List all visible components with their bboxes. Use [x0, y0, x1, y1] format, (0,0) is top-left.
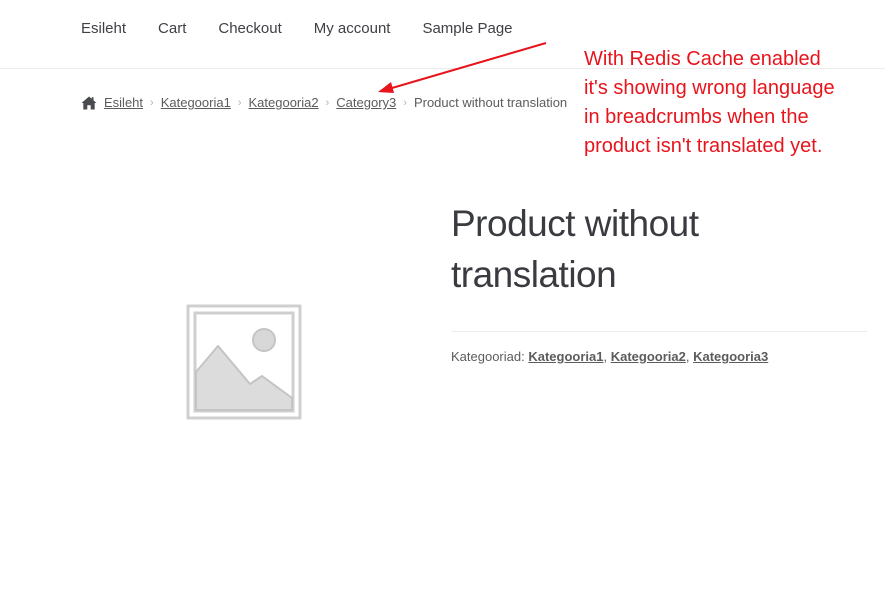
nav-item-cart[interactable]: Cart: [158, 20, 186, 37]
nav-item-my-account[interactable]: My account: [314, 20, 391, 37]
image-placeholder-icon[interactable]: [184, 302, 304, 422]
breadcrumb-separator: ›: [150, 96, 154, 109]
nav-item-sample-page[interactable]: Sample Page: [422, 20, 512, 37]
product-title: Product without translation: [451, 198, 871, 300]
product-divider: [451, 331, 867, 332]
category-link-kategooria3[interactable]: Kategooria3: [693, 349, 768, 364]
breadcrumb-item-esileht[interactable]: Esileht: [104, 95, 143, 110]
breadcrumb-item-kategooria1[interactable]: Kategooria1: [161, 95, 231, 110]
annotation-arrow: [378, 42, 547, 93]
breadcrumb-separator: ›: [237, 96, 242, 109]
product-title-line: translation: [451, 254, 617, 295]
category-link-kategooria2[interactable]: Kategooria2: [611, 349, 686, 364]
breadcrumb-separator: ›: [403, 96, 407, 109]
annotation-line: product isn't translated yet.: [584, 135, 823, 157]
home-icon: [81, 96, 97, 109]
page: Esileht Cart Checkout My account Sample …: [0, 0, 885, 606]
annotation-line: it's showing wrong language: [584, 77, 835, 99]
product-categories: Kategooriad: Kategooria1, Kategooria2, K…: [451, 349, 768, 364]
nav-menu: Esileht Cart Checkout My account Sample …: [81, 20, 545, 37]
nav-item-checkout[interactable]: Checkout: [218, 20, 281, 37]
product-title-line: Product without: [451, 203, 699, 244]
annotation-note: With Redis Cache enabled it's showing wr…: [584, 45, 879, 161]
breadcrumb-item-kategooria2[interactable]: Kategooria2: [249, 95, 319, 110]
annotation-line: in breadcrumbs when the: [584, 106, 809, 128]
nav-item-esileht[interactable]: Esileht: [81, 20, 126, 37]
category-separator: ,: [603, 349, 611, 364]
annotation-line: With Redis Cache enabled: [584, 48, 821, 70]
category-link-kategooria1[interactable]: Kategooria1: [528, 349, 603, 364]
categories-label: Kategooriad:: [451, 349, 525, 364]
breadcrumb-separator: ›: [325, 96, 330, 109]
